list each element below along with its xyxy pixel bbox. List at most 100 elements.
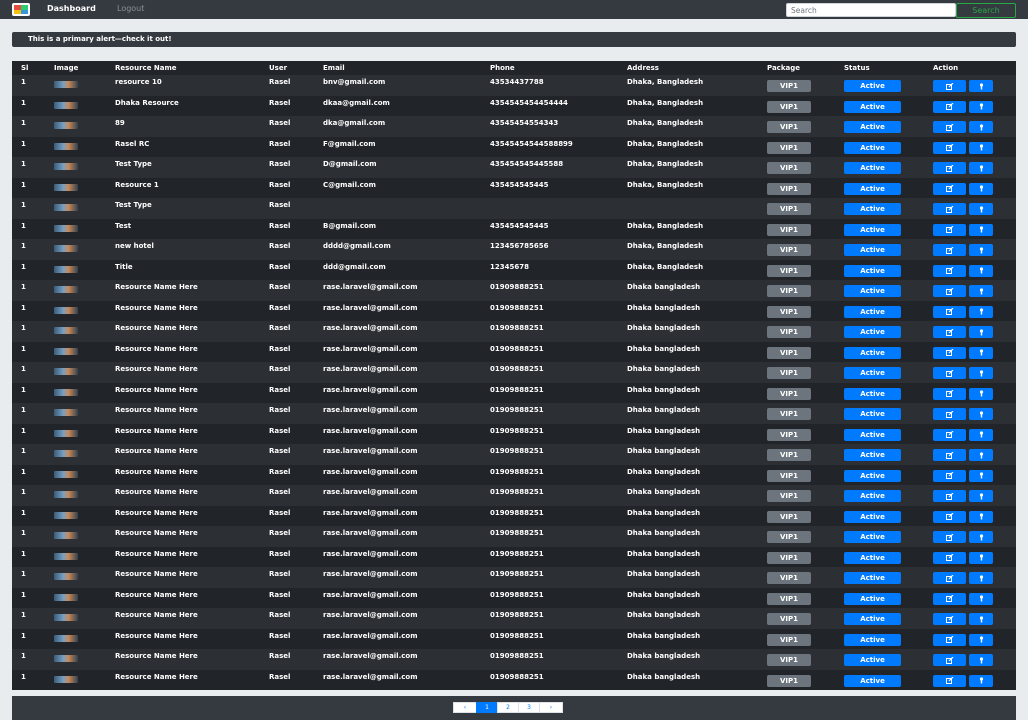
view-button[interactable] <box>969 572 993 584</box>
edit-button[interactable] <box>933 572 966 584</box>
status-badge[interactable]: Active <box>844 613 901 625</box>
status-badge[interactable]: Active <box>844 121 901 133</box>
edit-button[interactable] <box>933 285 966 297</box>
nav-dashboard-link[interactable]: Dashboard <box>47 4 96 13</box>
search-button[interactable]: Search <box>956 3 1016 18</box>
view-button[interactable] <box>969 223 993 236</box>
view-button[interactable] <box>969 141 993 154</box>
edit-button[interactable] <box>933 367 966 379</box>
status-badge[interactable]: Active <box>844 551 901 564</box>
view-button[interactable] <box>969 551 993 564</box>
edit-button[interactable] <box>933 613 966 625</box>
brand-logo-icon[interactable] <box>12 3 30 16</box>
edit-button[interactable] <box>933 244 966 256</box>
pagination-next[interactable]: › <box>539 702 563 713</box>
view-button[interactable] <box>969 490 993 502</box>
view-button[interactable] <box>969 633 993 646</box>
status-badge[interactable]: Active <box>844 326 901 338</box>
edit-button[interactable] <box>933 531 966 543</box>
status-badge[interactable]: Active <box>844 469 901 482</box>
status-badge[interactable]: Active <box>844 592 901 605</box>
view-button[interactable] <box>969 531 993 543</box>
edit-button[interactable] <box>933 449 966 461</box>
edit-button[interactable] <box>933 305 966 318</box>
view-button[interactable] <box>969 121 993 133</box>
status-badge[interactable]: Active <box>844 428 901 441</box>
edit-button[interactable] <box>933 326 966 338</box>
view-button[interactable] <box>969 100 993 113</box>
status-badge[interactable]: Active <box>844 346 901 359</box>
status-badge[interactable]: Active <box>844 387 901 400</box>
edit-button[interactable] <box>933 121 966 133</box>
edit-button[interactable] <box>933 223 966 236</box>
edit-button[interactable] <box>933 654 966 666</box>
edit-button[interactable] <box>933 141 966 154</box>
status-badge[interactable]: Active <box>844 572 901 584</box>
view-button[interactable] <box>969 285 993 297</box>
edit-button[interactable] <box>933 408 966 420</box>
view-button[interactable] <box>969 469 993 482</box>
status-badge[interactable]: Active <box>844 244 901 256</box>
view-button[interactable] <box>969 182 993 195</box>
status-badge[interactable]: Active <box>844 223 901 236</box>
edit-button[interactable] <box>933 674 966 687</box>
status-badge[interactable]: Active <box>844 141 901 154</box>
nav-logout-link[interactable]: Logout <box>117 4 144 13</box>
view-button[interactable] <box>969 387 993 400</box>
edit-button[interactable] <box>933 80 966 92</box>
status-badge[interactable]: Active <box>844 408 901 420</box>
status-badge[interactable]: Active <box>844 531 901 543</box>
view-button[interactable] <box>969 654 993 666</box>
status-badge[interactable]: Active <box>844 285 901 297</box>
edit-button[interactable] <box>933 428 966 441</box>
edit-button[interactable] <box>933 592 966 605</box>
status-badge[interactable]: Active <box>844 449 901 461</box>
status-badge[interactable]: Active <box>844 203 901 215</box>
edit-button[interactable] <box>933 551 966 564</box>
view-button[interactable] <box>969 674 993 687</box>
view-button[interactable] <box>969 162 993 174</box>
status-badge[interactable]: Active <box>844 264 901 277</box>
view-button[interactable] <box>969 305 993 318</box>
status-badge[interactable]: Active <box>844 100 901 113</box>
status-badge[interactable]: Active <box>844 80 901 92</box>
status-badge[interactable]: Active <box>844 490 901 502</box>
edit-button[interactable] <box>933 264 966 277</box>
pagination-page-1[interactable]: 1 <box>476 702 498 713</box>
view-button[interactable] <box>969 428 993 441</box>
status-badge[interactable]: Active <box>844 162 901 174</box>
edit-button[interactable] <box>933 633 966 646</box>
edit-button[interactable] <box>933 346 966 359</box>
status-badge[interactable]: Active <box>844 633 901 646</box>
view-button[interactable] <box>969 244 993 256</box>
status-badge[interactable]: Active <box>844 182 901 195</box>
pagination-prev[interactable]: ‹ <box>453 702 477 713</box>
view-button[interactable] <box>969 264 993 277</box>
edit-button[interactable] <box>933 387 966 400</box>
edit-button[interactable] <box>933 100 966 113</box>
edit-button[interactable] <box>933 182 966 195</box>
status-badge[interactable]: Active <box>844 674 901 687</box>
view-button[interactable] <box>969 326 993 338</box>
view-button[interactable] <box>969 203 993 215</box>
status-badge[interactable]: Active <box>844 654 901 666</box>
edit-button[interactable] <box>933 469 966 482</box>
status-badge[interactable]: Active <box>844 367 901 379</box>
pagination-page-3[interactable]: 3 <box>518 702 540 713</box>
edit-button[interactable] <box>933 203 966 215</box>
view-button[interactable] <box>969 510 993 523</box>
view-button[interactable] <box>969 592 993 605</box>
view-button[interactable] <box>969 449 993 461</box>
view-button[interactable] <box>969 80 993 92</box>
edit-button[interactable] <box>933 490 966 502</box>
edit-button[interactable] <box>933 510 966 523</box>
view-button[interactable] <box>969 346 993 359</box>
edit-button[interactable] <box>933 162 966 174</box>
status-badge[interactable]: Active <box>844 305 901 318</box>
view-button[interactable] <box>969 367 993 379</box>
view-button[interactable] <box>969 613 993 625</box>
status-badge[interactable]: Active <box>844 510 901 523</box>
view-button[interactable] <box>969 408 993 420</box>
search-input[interactable] <box>786 3 956 17</box>
pagination-page-2[interactable]: 2 <box>497 702 519 713</box>
